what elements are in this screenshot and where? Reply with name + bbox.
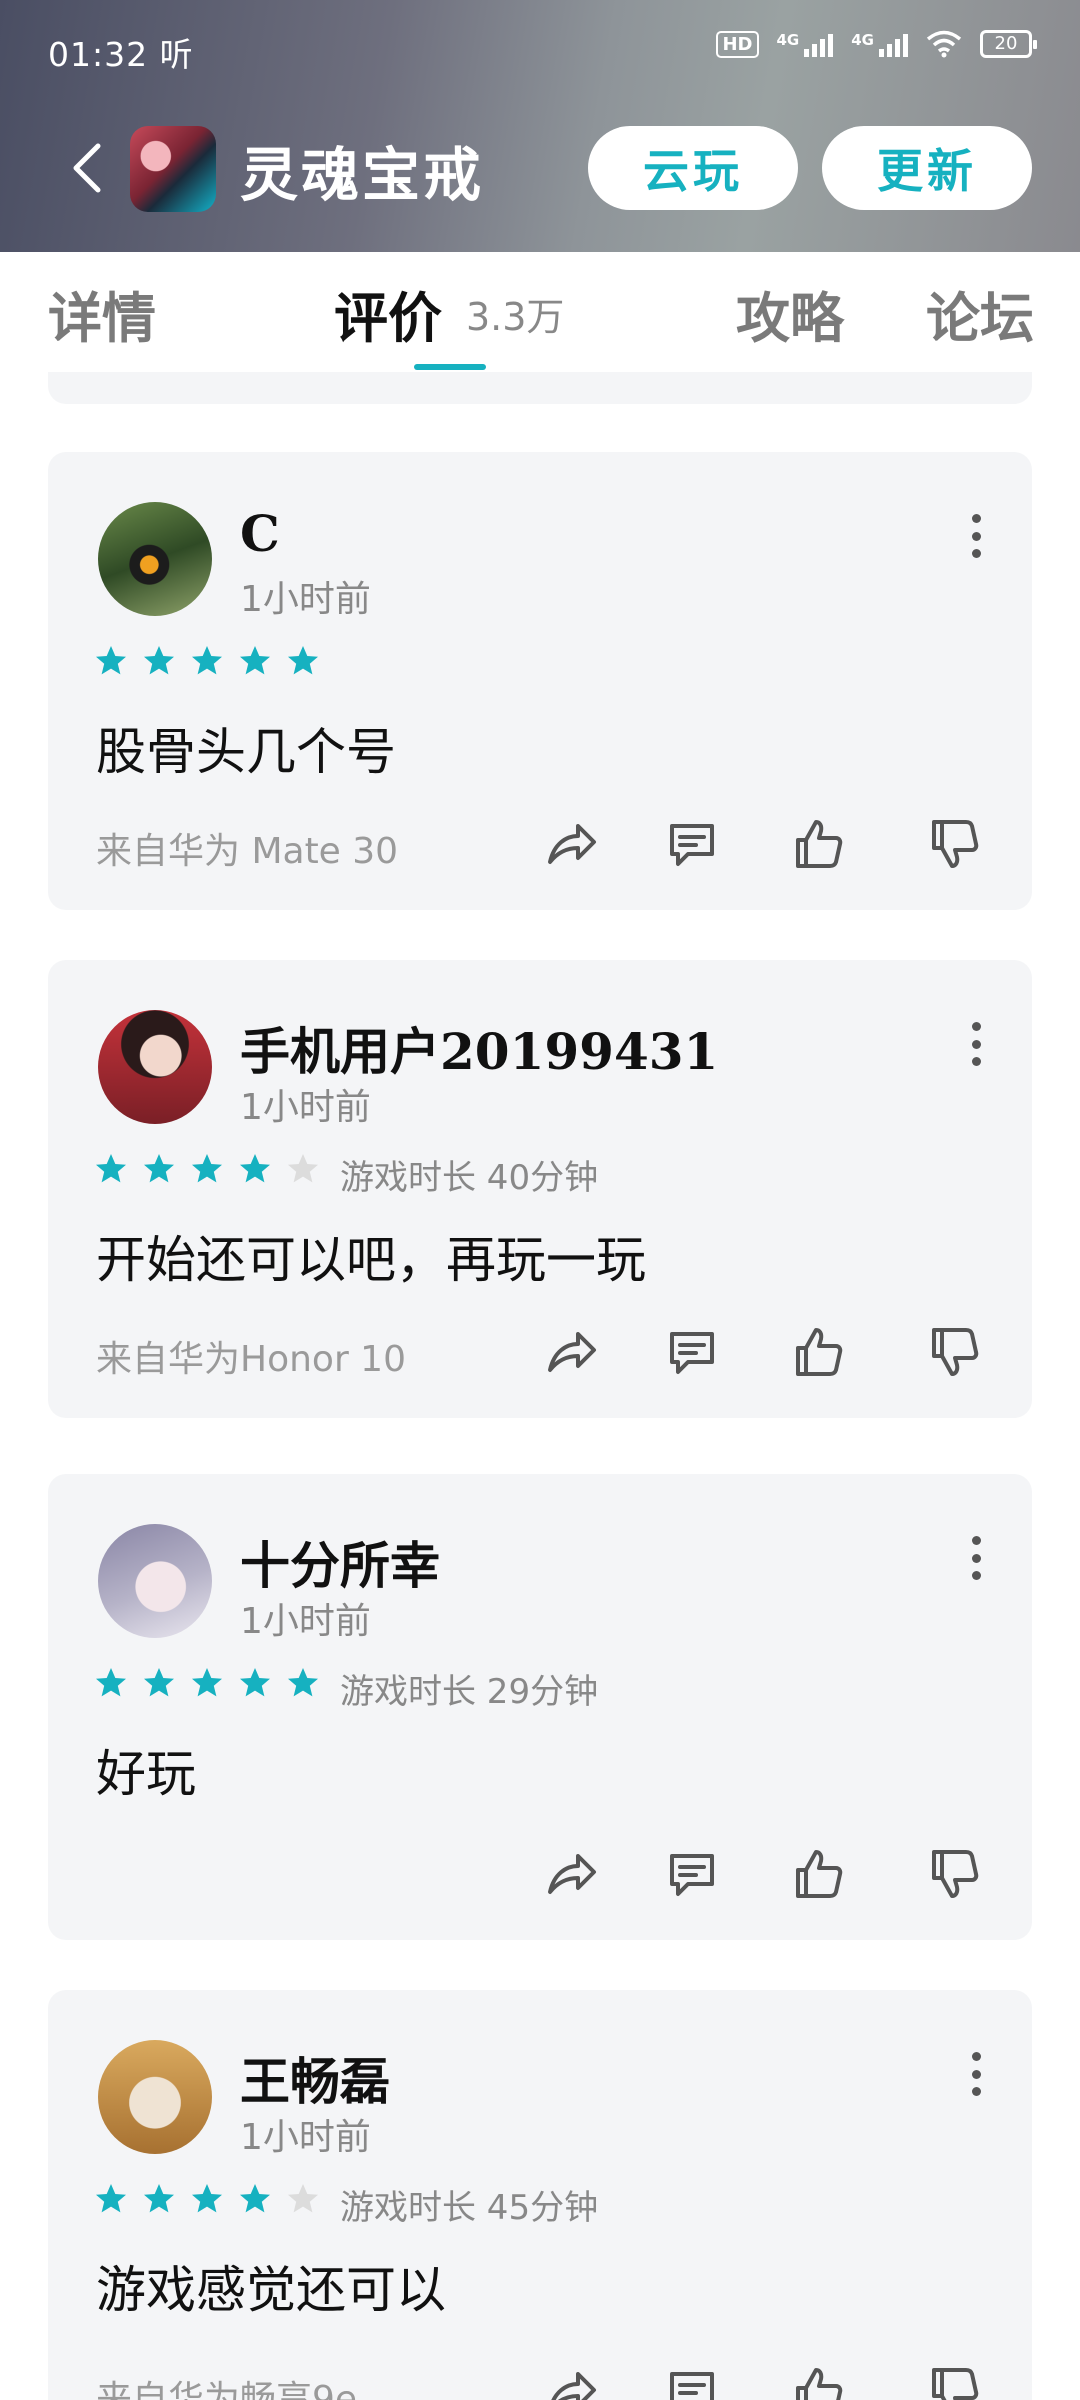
comment-icon[interactable] (662, 1322, 722, 1382)
star-icon (96, 2184, 126, 2213)
star-icon (96, 1154, 126, 1183)
app-header: 01:32 听 HD 4G 4G 20 灵魂宝戒 云玩 更新 (0, 0, 1080, 252)
star-icon (96, 1668, 126, 1697)
hd-badge: HD (716, 30, 759, 58)
status-bar: 01:32 听 HD 4G 4G 20 (0, 0, 1080, 96)
playtime-label: 游戏时长 45分钟 (340, 2188, 599, 2228)
thumbs-down-icon[interactable] (924, 2362, 984, 2400)
star-icon (144, 2184, 174, 2213)
back-arrow-icon[interactable] (60, 136, 120, 200)
avatar[interactable] (98, 2040, 212, 2154)
tab-reviews-count: 3.3万 (466, 295, 565, 339)
comment-icon[interactable] (662, 1844, 722, 1904)
tab-forum[interactable]: 论坛 (926, 274, 1034, 353)
tab-reviews[interactable]: 评价 (334, 274, 442, 353)
username[interactable]: 手机用户20199431 (240, 1012, 718, 1084)
tab-details[interactable]: 详情 (48, 274, 156, 353)
thumbs-down-icon[interactable] (924, 1322, 984, 1382)
review-text[interactable]: 股骨头几个号 (96, 712, 396, 784)
star-icon (96, 646, 126, 675)
star-icon (240, 2184, 270, 2213)
share-icon[interactable] (540, 814, 600, 874)
tab-guides[interactable]: 攻略 (736, 274, 844, 353)
star-icon (192, 1154, 222, 1183)
update-button[interactable]: 更新 (822, 126, 1032, 210)
rating-stars (94, 2182, 320, 2216)
rating-stars (94, 644, 320, 678)
review-feed[interactable]: C 1小时前 股骨头几个号 来自华为 Mate 30 手机用户20199431 … (0, 372, 1080, 2400)
review-card: C 1小时前 股骨头几个号 来自华为 Mate 30 (48, 452, 1032, 910)
share-icon[interactable] (540, 2362, 600, 2400)
more-vertical-icon[interactable] (970, 1022, 982, 1066)
star-icon (288, 646, 318, 675)
avatar[interactable] (98, 502, 212, 616)
playtime-label: 游戏时长 29分钟 (340, 1672, 599, 1712)
rating-stars (94, 1666, 320, 1700)
signal-icon: 4G (777, 31, 834, 57)
share-icon[interactable] (540, 1844, 600, 1904)
playtime-label: 游戏时长 40分钟 (340, 1158, 599, 1198)
review-time: 1小时前 (240, 1087, 371, 1128)
star-icon (192, 1668, 222, 1697)
wifi-icon (926, 30, 962, 58)
review-card: 十分所幸 1小时前 游戏时长 29分钟 好玩 (48, 1474, 1032, 1940)
review-time: 1小时前 (240, 579, 371, 620)
tab-indicator (414, 364, 486, 370)
status-icons: HD 4G 4G 20 (716, 30, 1037, 58)
share-icon[interactable] (540, 1322, 600, 1382)
review-card: 手机用户20199431 1小时前 游戏时长 40分钟 开始还可以吧，再玩一玩 … (48, 960, 1032, 1418)
review-text[interactable]: 开始还可以吧，再玩一玩 (96, 1220, 646, 1292)
previous-card-bottom (48, 372, 1032, 404)
star-icon (144, 1668, 174, 1697)
status-time: 01:32 听 (48, 35, 194, 74)
avatar[interactable] (98, 1010, 212, 1124)
comment-icon[interactable] (662, 814, 722, 874)
thumbs-up-icon[interactable] (788, 2362, 848, 2400)
more-vertical-icon[interactable] (970, 2052, 982, 2096)
star-icon (192, 2184, 222, 2213)
star-icon (144, 646, 174, 675)
star-icon (192, 646, 222, 675)
rating-stars (94, 1152, 320, 1186)
review-actions (48, 2362, 1032, 2400)
review-text[interactable]: 好玩 (96, 1734, 196, 1806)
star-icon (144, 1154, 174, 1183)
comment-icon[interactable] (662, 2362, 722, 2400)
star-icon (288, 1154, 318, 1183)
more-vertical-icon[interactable] (970, 514, 982, 558)
thumbs-down-icon[interactable] (924, 1844, 984, 1904)
review-time: 1小时前 (240, 2117, 371, 2158)
username[interactable]: 王畅磊 (240, 2042, 390, 2114)
app-icon[interactable] (130, 126, 216, 212)
star-icon (288, 1668, 318, 1697)
review-card: 王畅磊 1小时前 游戏时长 45分钟 游戏感觉还可以 来自华为畅享9e (48, 1990, 1032, 2400)
thumbs-up-icon[interactable] (788, 1844, 848, 1904)
star-icon (240, 646, 270, 675)
star-icon (240, 1668, 270, 1697)
cloud-play-button[interactable]: 云玩 (588, 126, 798, 210)
review-time: 1小时前 (240, 1601, 371, 1642)
thumbs-down-icon[interactable] (924, 814, 984, 874)
thumbs-up-icon[interactable] (788, 814, 848, 874)
star-icon (240, 1154, 270, 1183)
avatar[interactable] (98, 1524, 212, 1638)
thumbs-up-icon[interactable] (788, 1322, 848, 1382)
tab-bar: 详情 评价 3.3万 攻略 论坛 (0, 252, 1080, 372)
nav-row: 灵魂宝戒 云玩 更新 (0, 118, 1080, 218)
app-title: 灵魂宝戒 (240, 141, 485, 209)
username[interactable]: 十分所幸 (240, 1526, 440, 1598)
review-actions (48, 814, 1032, 874)
review-text[interactable]: 游戏感觉还可以 (96, 2250, 446, 2322)
battery-icon: 20 (980, 30, 1037, 58)
review-actions (48, 1322, 1032, 1382)
review-actions (48, 1844, 1032, 1904)
username[interactable]: C (240, 504, 280, 563)
signal-icon-2: 4G (851, 31, 908, 57)
star-icon (288, 2184, 318, 2213)
more-vertical-icon[interactable] (970, 1536, 982, 1580)
